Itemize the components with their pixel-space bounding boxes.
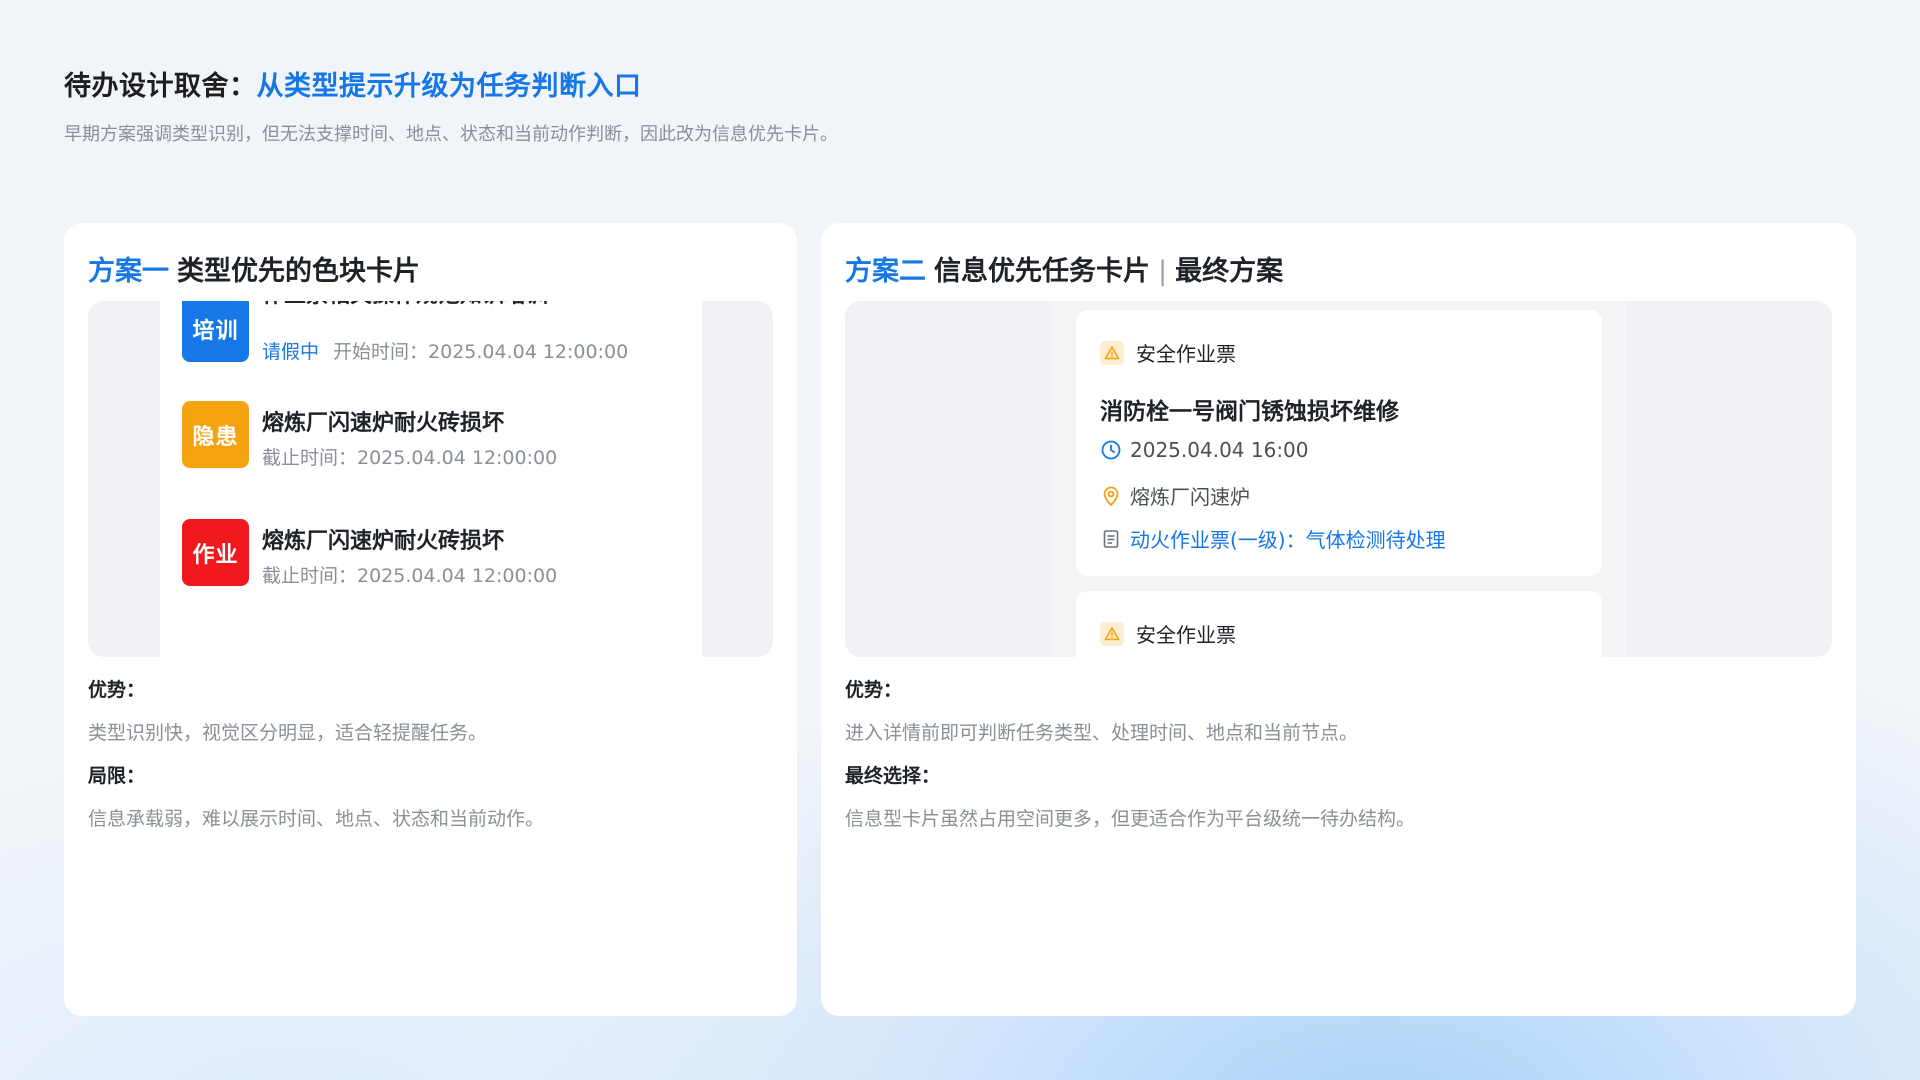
- task-card[interactable]: 安全作业票 消防栓一号阀门锈蚀损坏维修 2025.04.04 16:00 熔炼厂…: [1076, 310, 1602, 576]
- page-subtitle: 早期方案强调类型识别，但无法支撑时间、地点、状态和当前动作判断，因此改为信息优先…: [64, 124, 838, 145]
- task-location: 熔炼厂闪速炉: [1130, 485, 1250, 509]
- task-title: 消防栓一号阀门锈蚀损坏维修: [1100, 399, 1399, 425]
- page-title-highlight: 从类型提示升级为任务判断入口: [256, 71, 642, 102]
- title-separator: |: [1158, 256, 1168, 287]
- final-option-label: 最终方案: [1175, 256, 1284, 287]
- task-category: 安全作业票: [1136, 623, 1236, 647]
- option-one-tag: 方案一: [88, 256, 169, 287]
- list-item-title: 熔炼厂闪速炉耐火砖损坏: [262, 529, 505, 554]
- warning-icon: [1100, 340, 1124, 365]
- phone-screen: 培训 作业票相关操作规范知识培训 请假中开始时间：2025.04.04 12:0…: [160, 301, 702, 657]
- work-badge: 作业: [182, 519, 249, 586]
- option-one-heading: 类型优先的色块卡片: [177, 256, 420, 287]
- ticket-status[interactable]: 气体检测待处理: [1306, 524, 1446, 553]
- list-item[interactable]: 作业 熔炼厂闪速炉耐火砖损坏 截止时间：2025.04.04 12:00:00: [182, 519, 682, 589]
- option-one-panel: 方案一类型优先的色块卡片 培训 作业票相关操作规范知识培训 请假中开始时间：20…: [64, 223, 797, 1016]
- training-badge: 培训: [182, 301, 249, 362]
- list-item-title: 熔炼厂闪速炉耐火砖损坏: [262, 411, 505, 436]
- option-two-panel: 方案二 信息优先任务卡片 | 最终方案 安全作业票 消防栓一号阀门锈蚀损坏维修 202…: [821, 223, 1856, 1016]
- cons-text: 信息承载弱，难以展示时间、地点、状态和当前动作。: [88, 808, 545, 830]
- page-title-prefix: 待办设计取舍：: [64, 71, 257, 102]
- start-time: 开始时间：2025.04.04 12:00:00: [333, 341, 629, 363]
- hazard-badge: 隐患: [182, 401, 249, 468]
- final-choice-text: 信息型卡片虽然占用空间更多，但更适合作为平台级统一待办结构。: [845, 808, 1416, 830]
- leave-status: 请假中: [262, 341, 320, 363]
- task-card-header: 安全作业票: [1100, 338, 1236, 367]
- pros-label: 优势：: [845, 679, 903, 701]
- option-two-title: 方案二 信息优先任务卡片 | 最终方案: [845, 249, 1283, 288]
- list-item-meta: 截止时间：2025.04.04 12:00:00: [262, 447, 558, 469]
- task-location-row: 熔炼厂闪速炉: [1100, 481, 1250, 510]
- location-pin-icon: [1103, 486, 1119, 506]
- task-time-row: 2025.04.04 16:00: [1100, 438, 1309, 462]
- option-two-tag: 方案二: [845, 256, 926, 287]
- ticket-link[interactable]: 动火作业票(一级)：: [1130, 524, 1306, 553]
- page-title: 待办设计取舍：从类型提示升级为任务判断入口: [64, 64, 642, 103]
- list-item[interactable]: 隐患 熔炼厂闪速炉耐火砖损坏 截止时间：2025.04.04 12:00:00: [182, 401, 682, 471]
- pros-text: 类型识别快，视觉区分明显，适合轻提醒任务。: [88, 722, 488, 744]
- list-item-meta: 截止时间：2025.04.04 12:00:00: [262, 565, 558, 587]
- list-item-title: 作业票相关操作规范知识培训: [262, 301, 548, 309]
- list-item[interactable]: 培训 作业票相关操作规范知识培训 请假中开始时间：2025.04.04 12:0…: [182, 301, 682, 365]
- option-one-title: 方案一 类型优先的色块卡片: [88, 249, 420, 288]
- task-ticket-row[interactable]: 动火作业票(一级)： 气体检测待处理: [1100, 524, 1446, 553]
- task-category: 安全作业票: [1136, 342, 1236, 366]
- phone-screen: 安全作业票 消防栓一号阀门锈蚀损坏维修 2025.04.04 16:00 熔炼厂…: [1051, 301, 1626, 657]
- pros-text: 进入详情前即可判断任务类型、处理时间、地点和当前节点。: [845, 722, 1359, 744]
- option-two-heading: 信息优先任务卡片: [934, 256, 1150, 287]
- final-choice-label: 最终选择：: [845, 765, 941, 787]
- task-card-header: 安全作业票: [1100, 619, 1236, 648]
- task-time: 2025.04.04 16:00: [1130, 438, 1309, 462]
- document-icon: [1103, 529, 1119, 548]
- pros-label: 优势：: [88, 679, 146, 701]
- option-one-preview: 培训 作业票相关操作规范知识培训 请假中开始时间：2025.04.04 12:0…: [88, 301, 773, 657]
- task-card[interactable]: 安全作业票: [1076, 591, 1602, 657]
- option-two-preview: 安全作业票 消防栓一号阀门锈蚀损坏维修 2025.04.04 16:00 熔炼厂…: [845, 301, 1832, 657]
- list-item-meta: 请假中 开始时间：2025.04.04 12:00:00: [262, 337, 628, 364]
- warning-icon: [1100, 621, 1124, 646]
- clock-icon: [1101, 440, 1121, 460]
- cons-label: 局限：: [88, 765, 146, 787]
